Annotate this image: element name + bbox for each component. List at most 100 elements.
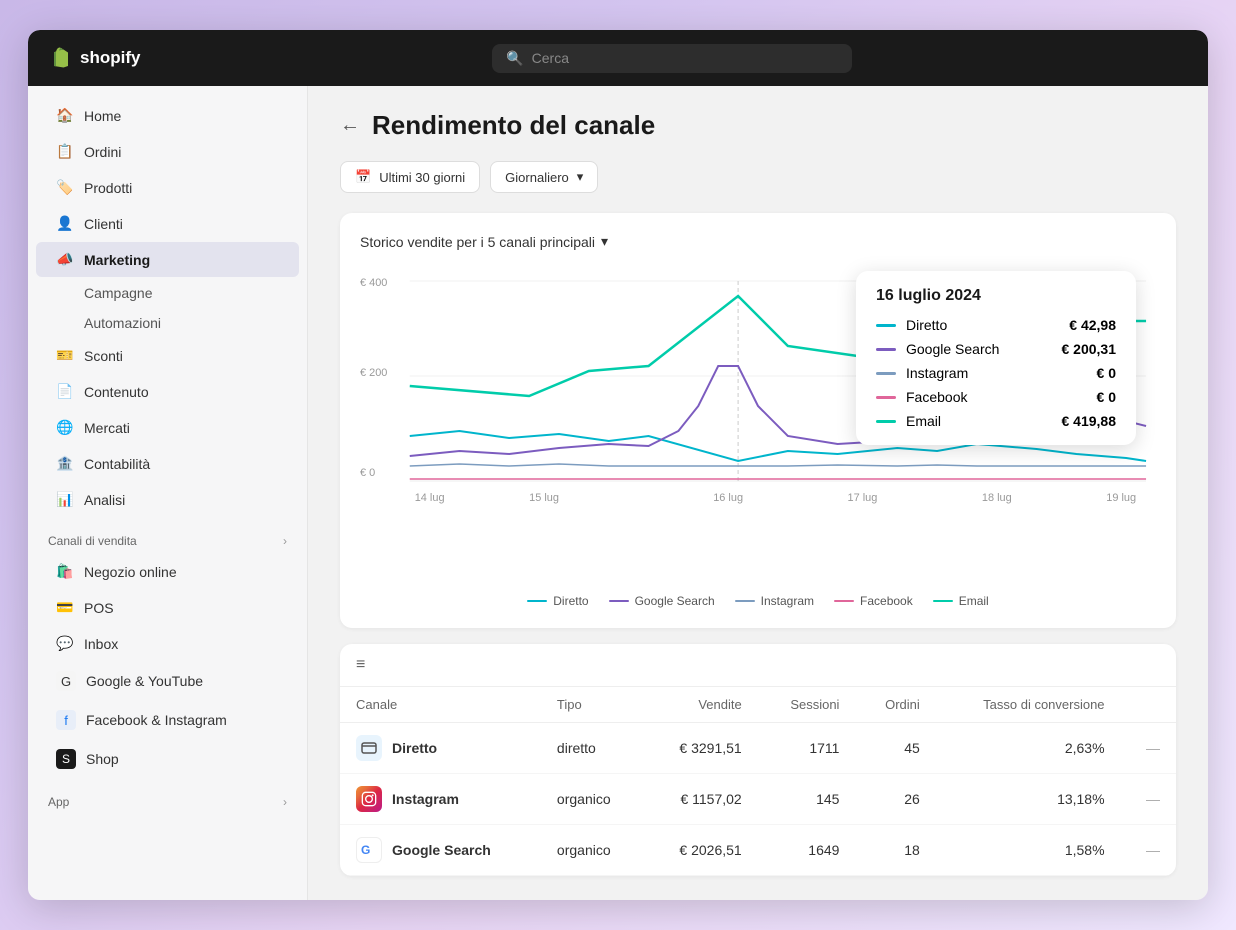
topbar: shopify 🔍 Cerca: [28, 30, 1208, 86]
sidebar-item-clienti[interactable]: 👤 Clienti: [36, 206, 299, 241]
legend-google: Google Search: [609, 594, 715, 608]
canali-section-header: Canali di vendita ›: [28, 518, 307, 554]
col-canale: Canale: [340, 687, 541, 723]
sidebar-item-sconti[interactable]: 🎫 Sconti: [36, 338, 299, 373]
dash-googlesearch: —: [1121, 825, 1176, 876]
table-row: G Google Search organico € 2026,51: [340, 825, 1176, 876]
tag-icon: 🏷️: [56, 179, 74, 196]
legend-facebook: Facebook: [834, 594, 913, 608]
svg-text:€ 400: € 400: [360, 277, 387, 289]
filter-bar: 📅 Ultimi 30 giorni Giornaliero ▾: [340, 161, 1176, 193]
ordini-googlesearch: 18: [855, 825, 935, 876]
tooltip-color-email: [876, 420, 896, 423]
sidebar-label-pos: POS: [84, 600, 114, 616]
sidebar-label-inbox: Inbox: [84, 636, 118, 652]
tooltip-row-google: Google Search € 200,31: [876, 341, 1116, 357]
sidebar-label-home: Home: [84, 108, 121, 124]
chart-title-button[interactable]: Storico vendite per i 5 canali principal…: [360, 233, 608, 250]
sidebar-item-contabilita[interactable]: 🏦 Contabilità: [36, 446, 299, 481]
tasso-googlesearch: 1,58%: [936, 825, 1121, 876]
table-row: Instagram organico € 1157,02 145: [340, 774, 1176, 825]
legend-line-diretto: [527, 600, 547, 602]
chart-header: Storico vendite per i 5 canali principal…: [360, 233, 1156, 250]
search-placeholder: Cerca: [532, 50, 569, 66]
search-bar[interactable]: 🔍 Cerca: [492, 44, 852, 73]
orders-icon: 📋: [56, 143, 74, 160]
sidebar-item-facebook[interactable]: f Facebook & Instagram: [36, 701, 299, 739]
chart-icon: 📊: [56, 491, 74, 508]
store-icon: 🛍️: [56, 563, 74, 580]
tooltip-date: 16 luglio 2024: [876, 287, 1116, 305]
legend-label-facebook: Facebook: [860, 594, 913, 608]
canali-section-label: Canali di vendita: [48, 534, 137, 548]
tooltip-label-facebook: Facebook: [906, 389, 967, 405]
chart-title-chevron-icon: ▾: [601, 233, 608, 250]
discount-icon: 🎫: [56, 347, 74, 364]
legend-email: Email: [933, 594, 989, 608]
sidebar-label-prodotti: Prodotti: [84, 180, 132, 196]
tooltip-color-facebook: [876, 396, 896, 399]
main-content: ← Rendimento del canale 📅 Ultimi 30 gior…: [308, 86, 1208, 900]
search-icon: 🔍: [506, 50, 523, 67]
sidebar-item-negozio[interactable]: 🛍️ Negozio online: [36, 554, 299, 589]
sidebar-label-marketing: Marketing: [84, 252, 150, 268]
app-section-arrow: ›: [283, 795, 287, 809]
sidebar-item-analisi[interactable]: 📊 Analisi: [36, 482, 299, 517]
sidebar-item-automazioni[interactable]: Automazioni: [36, 308, 299, 338]
back-button[interactable]: ←: [340, 114, 360, 137]
sidebar-label-mercati: Mercati: [84, 420, 130, 436]
tooltip-value-diretto: € 42,98: [1069, 317, 1116, 333]
sessioni-diretto: 1711: [758, 723, 856, 774]
sidebar-label-clienti: Clienti: [84, 216, 123, 232]
tooltip-row-instagram: Instagram € 0: [876, 365, 1116, 381]
sidebar-item-ordini[interactable]: 📋 Ordini: [36, 134, 299, 169]
inbox-icon: 💬: [56, 635, 74, 652]
sidebar-item-contenuto[interactable]: 📄 Contenuto: [36, 374, 299, 409]
legend-diretto: Diretto: [527, 594, 588, 608]
date-filter-button[interactable]: 📅 Ultimi 30 giorni: [340, 161, 480, 193]
table-toolbar: ≡: [340, 644, 1176, 687]
sidebar-item-pos[interactable]: 💳 POS: [36, 590, 299, 625]
col-sessioni: Sessioni: [758, 687, 856, 723]
canali-section-arrow: ›: [283, 534, 287, 548]
period-filter-button[interactable]: Giornaliero ▾: [490, 161, 598, 193]
sidebar-item-campagne[interactable]: Campagne: [36, 278, 299, 308]
sidebar-item-prodotti[interactable]: 🏷️ Prodotti: [36, 170, 299, 205]
chart-card: Storico vendite per i 5 canali principal…: [340, 213, 1176, 628]
svg-text:19 lug: 19 lug: [1106, 492, 1136, 504]
dash-instagram: —: [1121, 774, 1176, 825]
sidebar-item-marketing[interactable]: 📣 Marketing: [36, 242, 299, 277]
legend-label-email: Email: [959, 594, 989, 608]
legend-line-facebook: [834, 600, 854, 602]
tooltip-label-google: Google Search: [906, 341, 999, 357]
page-header: ← Rendimento del canale: [340, 110, 1176, 141]
accounting-icon: 🏦: [56, 455, 74, 472]
channel-table: Canale Tipo Vendite Sessioni: [340, 687, 1176, 876]
sidebar-item-google[interactable]: G Google & YouTube: [36, 662, 299, 700]
sidebar-item-home[interactable]: 🏠 Home: [36, 98, 299, 133]
chevron-down-icon: ▾: [577, 169, 584, 185]
sidebar-item-mercati[interactable]: 🌐 Mercati: [36, 410, 299, 445]
sidebar: 🏠 Home 📋 Ordini 🏷️ Prodotti 👤 Clienti 📣 …: [28, 86, 308, 900]
sidebar-label-facebook: Facebook & Instagram: [86, 712, 227, 728]
tooltip-label-diretto: Diretto: [906, 317, 947, 333]
sidebar-item-inbox[interactable]: 💬 Inbox: [36, 626, 299, 661]
col-tipo: Tipo: [541, 687, 644, 723]
vendite-instagram: € 1157,02: [644, 774, 758, 825]
sidebar-item-shop[interactable]: S Shop: [36, 740, 299, 778]
svg-text:G: G: [361, 843, 370, 857]
ordini-instagram: 26: [855, 774, 935, 825]
tooltip-label-instagram: Instagram: [906, 365, 968, 381]
sidebar-label-ordini: Ordini: [84, 144, 121, 160]
channel-icon-diretto: [356, 735, 382, 761]
home-icon: 🏠: [56, 107, 74, 124]
col-tasso: Tasso di conversione: [936, 687, 1121, 723]
tooltip-row-facebook: Facebook € 0: [876, 389, 1116, 405]
tasso-diretto: 2,63%: [936, 723, 1121, 774]
svg-text:15 lug: 15 lug: [529, 492, 559, 504]
ordini-diretto: 45: [855, 723, 935, 774]
legend-line-instagram: [735, 600, 755, 602]
tooltip-value-google: € 200,31: [1062, 341, 1117, 357]
svg-text:€ 200: € 200: [360, 367, 387, 379]
shopify-logo-text: shopify: [80, 48, 140, 68]
